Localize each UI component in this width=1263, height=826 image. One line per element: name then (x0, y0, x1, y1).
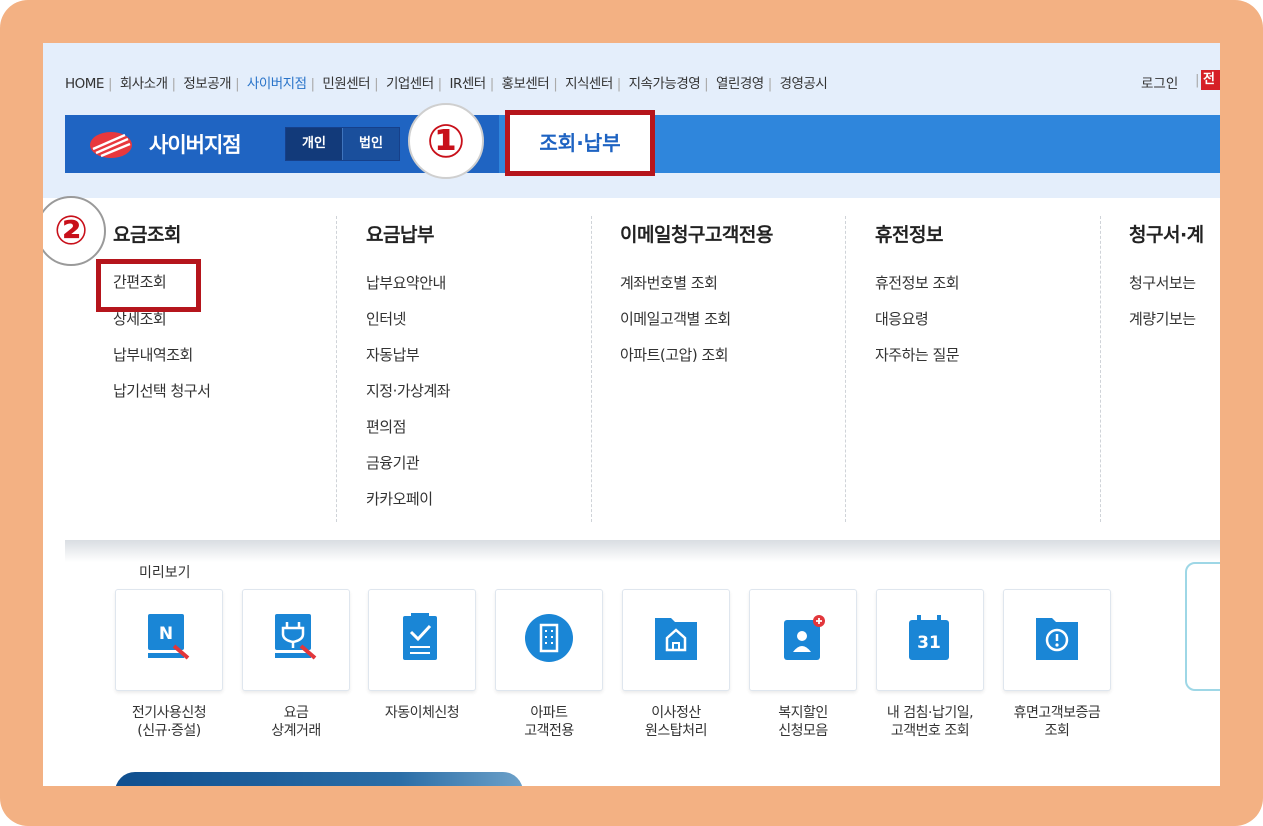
step-marker-1: ① (408, 103, 484, 179)
quick-tile-offset-trade[interactable]: 요금 상계거래 (242, 589, 350, 739)
util-nav-knowledge[interactable]: 지식센터 (565, 76, 613, 92)
browser-viewport: HOME | 회사소개 | 정보공개 | 사이버지점 | 민원센터 | 기업센터 | IR센… (43, 43, 1220, 786)
link-financial-institution[interactable]: 금융기관 (366, 452, 450, 488)
quick-tile-label: 전기사용신청 (신규·증설) (131, 705, 207, 739)
link-detail-inquiry[interactable]: 상세조회 (113, 308, 210, 344)
login-separator: | (1195, 72, 1200, 88)
column-title: 휴전정보 (875, 224, 943, 246)
link-due-date-bill[interactable]: 납기선택 청구서 (113, 380, 211, 416)
quick-tile-auto-transfer[interactable]: 자동이체신청 (368, 589, 476, 721)
link-account-inquiry[interactable]: 계좌번호별 조회 (620, 272, 731, 308)
plug-icon (275, 614, 317, 660)
quick-tile-welfare[interactable]: 복지할인 신청모음 (749, 589, 857, 739)
clipboard-check-icon (403, 613, 437, 660)
quick-tile-dormant-deposit[interactable]: 휴면고객보증금 조회 (1003, 589, 1111, 739)
welfare-icon (784, 615, 825, 660)
link-apartment-inquiry[interactable]: 아파트(고압) 조회 (620, 344, 731, 380)
util-nav-disclosure[interactable]: 정보공개 (183, 76, 231, 92)
link-auto-payment[interactable]: 자동납부 (366, 344, 450, 380)
quick-tile-meter-reading[interactable]: 31 내 검침·납기일, 고객번호 조회 (876, 589, 984, 739)
customer-type-toggle: 개인 법인 (285, 127, 400, 161)
calendar-day: 31 (917, 633, 941, 653)
quick-tile-label: 휴면고객보증금 조회 (1013, 705, 1101, 739)
highlight-frame: HOME | 회사소개 | 정보공개 | 사이버지점 | 민원센터 | 기업센터 | IR센… (0, 0, 1263, 826)
alert-folder-icon (1036, 618, 1078, 660)
util-nav-pr[interactable]: 홍보센터 (502, 76, 550, 92)
link-convenience-store[interactable]: 편의점 (366, 416, 450, 452)
link-bill-guide[interactable]: 청구서보는 (1129, 272, 1196, 308)
util-nav-enterprise[interactable]: 기업센터 (386, 76, 434, 92)
link-payment-summary[interactable]: 납부요약안내 (366, 272, 450, 308)
document-n-icon: N (148, 614, 190, 660)
quick-tile-label: 복지할인 신청모음 (778, 705, 828, 739)
bottom-banner[interactable] (115, 772, 523, 786)
link-response-guide[interactable]: 대응요령 (875, 308, 959, 344)
mega-menu-shadow (65, 540, 1220, 562)
quick-tile-electric-apply[interactable]: N 전기사용신청 (신규·증설) (115, 589, 223, 739)
util-nav-open-management[interactable]: 열린경영 (716, 76, 764, 92)
kepco-logo-icon (90, 132, 132, 158)
column-title: 이메일청구고객전용 (620, 224, 773, 246)
house-icon (655, 618, 697, 660)
calendar-31-icon: 31 (909, 615, 949, 660)
util-nav-civil[interactable]: 민원센터 (322, 76, 370, 92)
preview-label: 미리보기 (139, 565, 191, 581)
link-email-customer-inquiry[interactable]: 이메일고객별 조회 (620, 308, 731, 344)
mega-menu-panel: 요금조회 간편조회 상세조회 납부내역조회 납기선택 청구서 요금납부 납부요약… (65, 198, 1220, 540)
menu-inquiry-payment[interactable]: 조회·납부 (505, 110, 655, 176)
personal-tab[interactable]: 개인 (286, 128, 342, 160)
quick-tile-apartment[interactable]: 아파트 고객전용 (495, 589, 603, 739)
column-title: 요금조회 (113, 224, 181, 246)
corporate-tab[interactable]: 법인 (342, 128, 399, 160)
apartment-icon (525, 614, 573, 662)
utility-nav: HOME | 회사소개 | 정보공개 | 사이버지점 | 민원센터 | 기업센터 | IR센… (65, 76, 828, 92)
link-virtual-account[interactable]: 지정·가상계좌 (366, 380, 451, 416)
util-nav-home[interactable]: HOME (65, 76, 104, 92)
quick-tile-label: 이사정산 원스탑처리 (645, 705, 707, 739)
side-panel-edge (1185, 562, 1220, 691)
quick-tile-label: 요금 상계거래 (271, 705, 321, 739)
quick-tile-moving[interactable]: 이사정산 원스탑처리 (622, 589, 730, 739)
document-letter: N (159, 624, 173, 644)
simple-inquiry-link-highlighted[interactable]: 간편조회 (113, 271, 167, 292)
login-link[interactable]: 로그인 (1141, 72, 1178, 92)
util-nav-management-notice[interactable]: 경영공시 (780, 76, 828, 92)
util-nav-ir[interactable]: IR센터 (449, 76, 486, 92)
util-nav-sustainability[interactable]: 지속가능경영 (629, 76, 701, 92)
link-meter-guide[interactable]: 계량기보는 (1129, 308, 1196, 344)
link-internet[interactable]: 인터넷 (366, 308, 450, 344)
language-chip[interactable]: 전 (1201, 70, 1220, 90)
column-title: 청구서·계 (1129, 224, 1204, 246)
quick-tile-label: 아파트 고객전용 (524, 705, 574, 739)
link-payment-history[interactable]: 납부내역조회 (113, 344, 210, 380)
util-nav-cyber-branch[interactable]: 사이버지점 (247, 76, 307, 92)
quick-tile-label: 자동이체신청 (384, 705, 460, 721)
util-nav-company[interactable]: 회사소개 (120, 76, 168, 92)
link-outage-inquiry[interactable]: 휴전정보 조회 (875, 272, 960, 308)
link-kakaopay[interactable]: 카카오페이 (366, 488, 450, 524)
column-title: 요금납부 (366, 224, 434, 246)
link-faq[interactable]: 자주하는 질문 (875, 344, 960, 380)
brand-title[interactable]: 사이버지점 (149, 129, 242, 159)
quick-tile-label: 내 검침·납기일, 고객번호 조회 (886, 705, 974, 739)
